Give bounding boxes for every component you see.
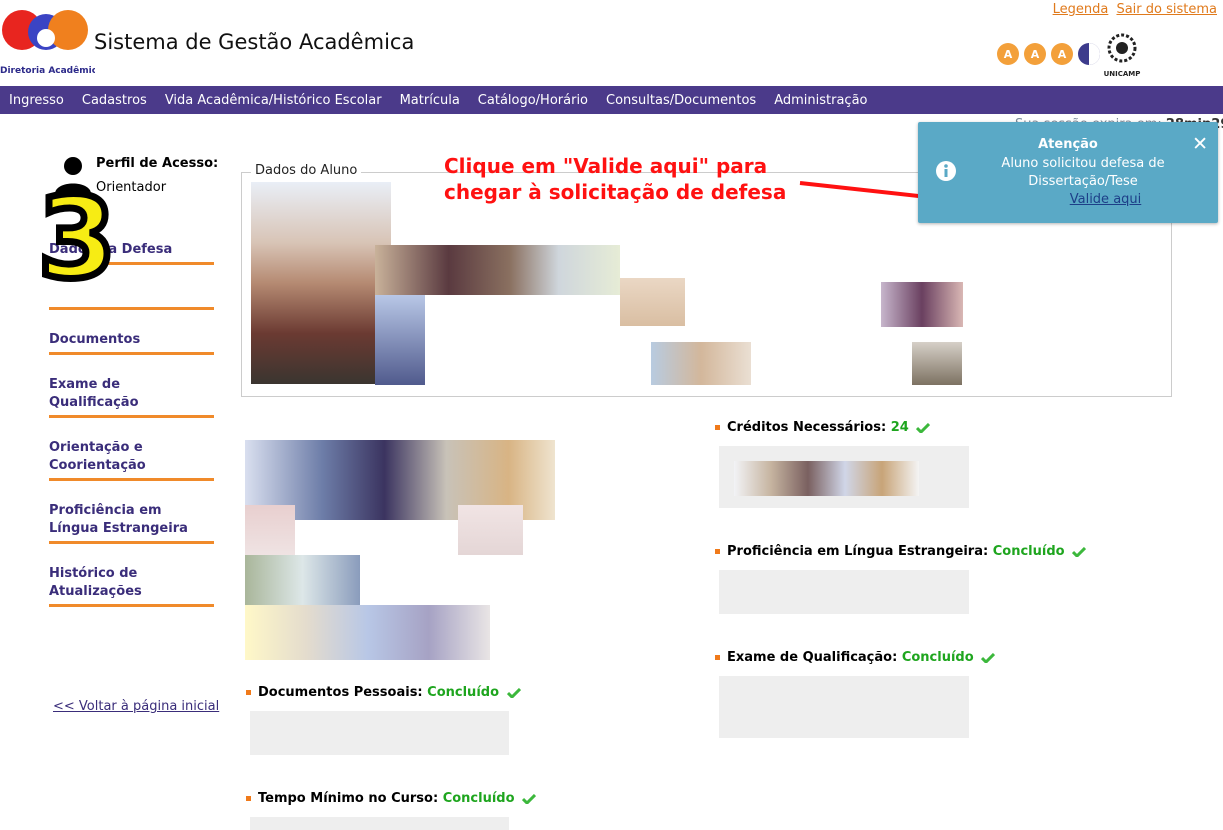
nav-vida-academica[interactable]: Vida Acadêmica/Histórico Escolar xyxy=(165,93,382,108)
check-icon xyxy=(981,652,996,663)
check-icon xyxy=(1072,546,1087,557)
app-title: Sistema de Gestão Acadêmica xyxy=(94,30,415,54)
qualification-label: Exame de Qualificação: xyxy=(727,650,898,665)
close-icon[interactable]: ✕ xyxy=(1192,133,1208,155)
proficiency-status: Concluído xyxy=(992,544,1065,559)
documents-content-box xyxy=(250,711,509,755)
check-icon xyxy=(506,687,521,698)
diretoria-academica-logo: Diretoria Acadêmica xyxy=(0,10,95,76)
step-number-annotation: 3 xyxy=(35,174,120,304)
redacted-block xyxy=(734,461,919,496)
back-to-home-link[interactable]: << Voltar à página inicial xyxy=(53,699,219,714)
redacted-block xyxy=(458,505,523,555)
sidebar-item-exame-qualificacao[interactable]: Exame de Qualificação xyxy=(49,376,214,418)
main-navigation: Ingresso Cadastros Vida Acadêmica/Histór… xyxy=(0,86,1223,114)
qualification-content-box xyxy=(719,676,969,738)
logout-link[interactable]: Sair do sistema xyxy=(1116,2,1217,17)
nav-ingresso[interactable]: Ingresso xyxy=(9,93,64,108)
min-time-content-box xyxy=(250,817,509,830)
proficiency-content-box xyxy=(719,570,969,614)
redacted-student-name xyxy=(375,245,620,295)
credits-value: 24 xyxy=(890,420,909,435)
top-links: Legenda Sair do sistema xyxy=(1049,2,1217,17)
nav-cadastros[interactable]: Cadastros xyxy=(82,93,147,108)
bullet-icon xyxy=(715,425,720,430)
nav-matricula[interactable]: Matrícula xyxy=(400,93,460,108)
check-icon xyxy=(522,793,537,804)
profile-label: Perfil de Acesso: xyxy=(96,156,219,171)
nav-catalogo-horario[interactable]: Catálogo/Horário xyxy=(478,93,588,108)
redacted-block xyxy=(245,505,295,555)
credits-content-box xyxy=(719,446,969,508)
nav-consultas-documentos[interactable]: Consultas/Documentos xyxy=(606,93,756,108)
svg-text:A: A xyxy=(1058,48,1067,61)
sidebar-item-historico[interactable]: Histórico de Atualizações xyxy=(49,565,214,607)
sidebar-item-proficiencia[interactable]: Proficiência em Língua Estrangeira xyxy=(49,502,214,544)
svg-text:A: A xyxy=(1031,48,1040,61)
redacted-block xyxy=(620,278,685,326)
tutorial-annotation: Clique em "Valide aqui" para chegar à so… xyxy=(444,153,786,205)
documents-row: Documentos Pessoais: Concluído xyxy=(246,685,521,700)
redacted-block xyxy=(912,342,962,385)
aaa-unicamp-logos: A A A UNICAMP xyxy=(997,33,1141,78)
redacted-block xyxy=(881,282,963,327)
redacted-block xyxy=(245,605,490,660)
sidebar-item-orientacao[interactable]: Orientação e Coorientação xyxy=(49,439,214,481)
nav-administracao[interactable]: Administração xyxy=(774,93,867,108)
proficiency-label: Proficiência em Língua Estrangeira: xyxy=(727,544,989,559)
min-time-label: Tempo Mínimo no Curso: xyxy=(258,791,439,806)
redacted-block xyxy=(375,295,425,385)
credits-row: Créditos Necessários: 24 xyxy=(715,420,931,435)
info-icon xyxy=(936,161,956,181)
attention-alert: Atenção Aluno solicitou defesa de Disser… xyxy=(918,122,1218,223)
bullet-icon xyxy=(715,549,720,554)
qualification-row: Exame de Qualificação: Concluído xyxy=(715,650,996,665)
legenda-link[interactable]: Legenda xyxy=(1053,2,1109,17)
svg-text:A: A xyxy=(1004,48,1013,61)
sidebar-item-documentos[interactable]: Documentos xyxy=(49,331,214,355)
redacted-photo xyxy=(251,182,391,384)
annotation-line-2: chegar à solicitação de defesa xyxy=(444,180,787,204)
bullet-icon xyxy=(246,690,251,695)
proficiency-row: Proficiência em Língua Estrangeira: Conc… xyxy=(715,544,1087,559)
bullet-icon xyxy=(715,655,720,660)
redacted-block xyxy=(651,342,751,385)
page-header: Diretoria Acadêmica Sistema de Gestão Ac… xyxy=(0,0,1223,86)
alert-title: Atenção xyxy=(1038,137,1098,152)
min-time-status: Concluído xyxy=(442,791,515,806)
student-data-legend: Dados do Aluno xyxy=(251,163,362,178)
qualification-status: Concluído xyxy=(901,650,974,665)
bullet-icon xyxy=(246,796,251,801)
credits-label: Créditos Necessários: xyxy=(727,420,887,435)
documents-label: Documentos Pessoais: xyxy=(258,685,423,700)
check-icon xyxy=(916,422,931,433)
min-time-row: Tempo Mínimo no Curso: Concluído xyxy=(246,791,537,806)
valide-aqui-link[interactable]: Valide aqui xyxy=(918,192,1223,207)
annotation-line-1: Clique em "Valide aqui" para xyxy=(444,154,768,178)
alert-body: Aluno solicitou defesa de Dissertação/Te… xyxy=(1001,156,1165,189)
svg-text:UNICAMP: UNICAMP xyxy=(1104,70,1141,78)
documents-status: Concluído xyxy=(427,685,500,700)
logo-caption: Diretoria Acadêmica xyxy=(0,65,95,76)
